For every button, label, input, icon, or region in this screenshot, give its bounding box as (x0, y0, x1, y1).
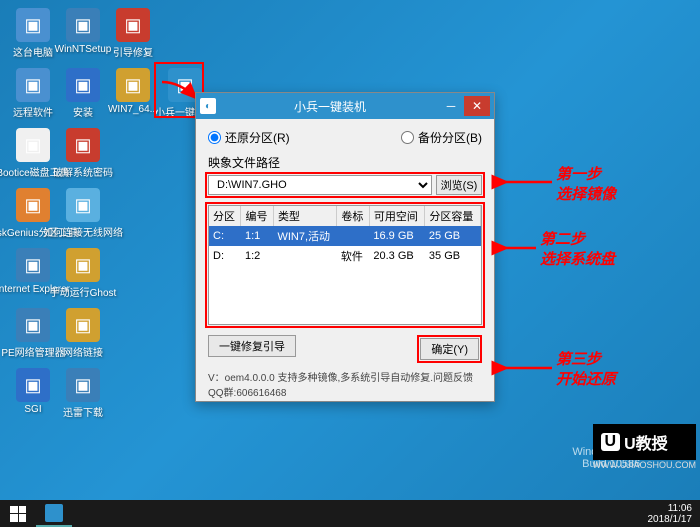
desktop-icon-8[interactable]: ▣破解系统密码 (60, 128, 106, 184)
col-header[interactable]: 分区 (209, 206, 241, 226)
app-icon: ▣ (16, 308, 50, 342)
radio-backup[interactable]: 备份分区(B) (401, 129, 482, 146)
icon-label: 破解系统密码 (53, 164, 113, 179)
annotation-step1: 第一步 选择镜像 (556, 165, 616, 204)
desktop: ▣这台电脑▣WinNTSetup▣引导修复▣远程软件▣安装▣WIN7_64...… (0, 0, 700, 500)
icon-label: SGI (24, 404, 41, 415)
app-icon: ▣ (66, 308, 100, 342)
annotation-step2: 第二步 选择系统盘 (540, 230, 615, 269)
system-tray[interactable]: 11:06 2018/1/17 (648, 503, 700, 525)
icon-label: WIN7_64... (108, 104, 158, 115)
icon-label: 手动运行Ghost (50, 284, 117, 299)
repair-boot-button[interactable]: 一键修复引导 (208, 335, 296, 357)
logo-badge: UU教授 WWW.UJIAOSHOU.COM (593, 424, 697, 470)
app-icon: ▣ (116, 68, 150, 102)
app-icon: ▣ (66, 248, 100, 282)
desktop-icon-2[interactable]: ▣ 引导修复 (110, 8, 156, 64)
titlebar[interactable]: ◐ 小兵一键装机 ─ ✕ (196, 93, 494, 119)
close-button[interactable]: ✕ (464, 96, 490, 116)
radio-restore[interactable]: 还原分区(R) (208, 129, 290, 146)
desktop-icon-7[interactable]: ▣Bootice磁盘工具 (10, 128, 56, 184)
col-header[interactable]: 编号 (241, 206, 273, 226)
path-label: 映象文件路径 (208, 154, 482, 171)
desktop-icon-0[interactable]: ▣ 这台电脑 (10, 8, 56, 64)
image-path-combo[interactable]: D:\WIN7.GHO (208, 175, 432, 195)
browse-button[interactable]: 浏览(S) (436, 175, 482, 195)
confirm-button[interactable]: 确定(Y) (420, 338, 479, 360)
start-button[interactable] (0, 500, 36, 527)
version-info: V：oem4.0.0.0 支持多种镜像,多系统引导自动修复.问题反馈QQ群:60… (208, 369, 482, 399)
col-header[interactable]: 卷标 (337, 206, 369, 226)
partition-table: 分区编号类型卷标可用空间分区容量 C:1:1WIN7,活动16.9 GB25 G… (208, 205, 482, 325)
desktop-icon-1[interactable]: ▣WinNTSetup (60, 8, 106, 64)
desktop-icon-15[interactable]: ▣ SGI (10, 368, 56, 424)
desktop-icon-16[interactable]: ▣ 迅雷下载 (60, 368, 106, 424)
desktop-icon-5[interactable]: ▣ WIN7_64... (110, 68, 156, 124)
icon-label: 远程软件 (13, 104, 53, 119)
app-icon: ▣ (116, 8, 150, 42)
arrow-step3 (498, 358, 554, 381)
icon-label: 网络链接 (63, 344, 103, 359)
icon-label: 迅雷下载 (63, 404, 103, 419)
icon-label: 安装 (73, 104, 93, 119)
col-header[interactable]: 分区容量 (425, 206, 481, 226)
desktop-icon-14[interactable]: ▣ 网络链接 (60, 308, 106, 364)
icon-label: PE网络管理器 (1, 344, 64, 359)
taskbar: 11:06 2018/1/17 (0, 500, 700, 527)
app-icon: ▣ (16, 8, 50, 42)
desktop-icon-13[interactable]: ▣PE网络管理器 (10, 308, 56, 364)
app-icon: ▣ (66, 128, 100, 162)
app-icon: ▣ (66, 8, 100, 42)
app-icon: ▣ (16, 368, 50, 402)
desktop-icon-4[interactable]: ▣ 安装 (60, 68, 106, 124)
col-header[interactable]: 可用空间 (369, 206, 425, 226)
app-icon: ▣ (16, 188, 50, 222)
arrow-step1 (498, 172, 554, 195)
icon-label: WinNTSetup (55, 44, 112, 55)
taskbar-app[interactable] (36, 500, 72, 527)
desktop-icon-12[interactable]: ▣手动运行Ghost (60, 248, 106, 304)
icon-label: 如何连接无线网络 (43, 224, 123, 239)
minimize-button[interactable]: ─ (438, 96, 464, 116)
app-icon: ▣ (16, 248, 50, 282)
table-row[interactable]: C:1:1WIN7,活动16.9 GB25 GB (209, 226, 481, 246)
table-row[interactable]: D:1:2软件20.3 GB35 GB (209, 246, 481, 266)
app-icon: ◐ (200, 98, 216, 114)
app-icon: ▣ (66, 368, 100, 402)
icon-label: 引导修复 (113, 44, 153, 59)
window-title: 小兵一键装机 (222, 98, 438, 115)
app-icon: ▣ (66, 188, 100, 222)
annotation-step3: 第三步 开始还原 (556, 350, 616, 389)
desktop-icon-10[interactable]: ▣如何连接无线网络 (60, 188, 106, 244)
col-header[interactable]: 类型 (273, 206, 336, 226)
icon-label: 这台电脑 (13, 44, 53, 59)
app-icon: ▣ (16, 128, 50, 162)
arrow-step2 (498, 238, 538, 261)
desktop-icon-3[interactable]: ▣ 远程软件 (10, 68, 56, 124)
app-icon: ▣ (16, 68, 50, 102)
app-icon: ▣ (66, 68, 100, 102)
app-window: ◐ 小兵一键装机 ─ ✕ 还原分区(R) 备份分区(B) 映象文件路径 (195, 92, 495, 402)
